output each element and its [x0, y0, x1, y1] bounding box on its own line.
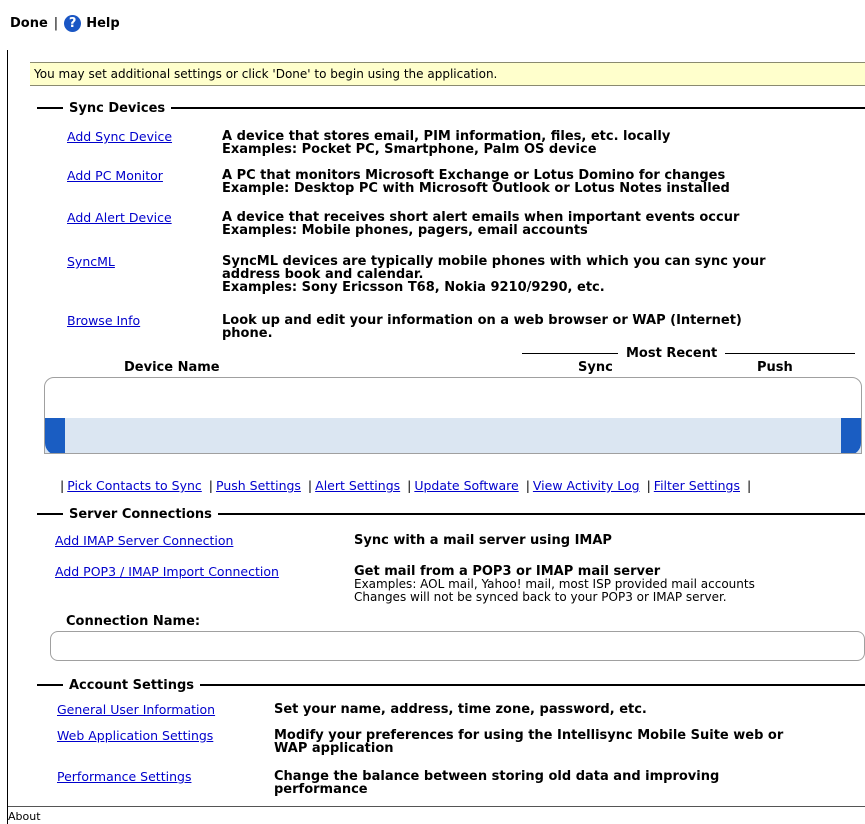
sync-column-header[interactable]: Sync [578, 360, 613, 375]
connection-list[interactable] [50, 631, 865, 661]
help-button[interactable]: Help [86, 16, 119, 31]
general-user-info-desc: Set your name, address, time zone, passw… [274, 702, 647, 717]
filter-settings-link[interactable]: Filter Settings [654, 478, 740, 493]
section-rule [37, 107, 63, 109]
performance-settings-link[interactable]: Performance Settings [57, 769, 191, 784]
general-user-info-link[interactable]: General User Information [57, 702, 215, 717]
add-imap-connection-link[interactable]: Add IMAP Server Connection [55, 533, 233, 548]
add-alert-device-link[interactable]: Add Alert Device [67, 210, 172, 225]
pick-contacts-link[interactable]: Pick Contacts to Sync [67, 478, 202, 493]
device-list[interactable] [44, 377, 862, 454]
device-list-footer-band [45, 418, 861, 453]
account-settings-title: Account Settings [69, 677, 195, 693]
about-link[interactable]: About [8, 810, 41, 823]
sync-devices-header: Sync Devices [37, 100, 865, 116]
alert-settings-link[interactable]: Alert Settings [315, 478, 400, 493]
web-app-settings-link[interactable]: Web Application Settings [57, 728, 213, 743]
footer-divider [8, 806, 865, 807]
section-rule [217, 513, 865, 515]
toolbar-inner: Done | ? Help [10, 15, 120, 32]
performance-settings-desc: Change the balance between storing old d… [274, 770, 719, 796]
desc-line: performance [274, 782, 368, 797]
add-sync-device-desc: A device that stores email, PIM informat… [222, 130, 670, 156]
toolbar-separator: | [53, 16, 59, 31]
desc-line: Examples: Sony Ericsson T68, Nokia 9210/… [222, 280, 605, 295]
add-sync-device-link[interactable]: Add Sync Device [67, 129, 172, 144]
web-app-settings-desc: Modify your preferences for using the In… [274, 729, 783, 755]
add-imap-connection-desc: Sync with a mail server using IMAP [354, 533, 612, 548]
desc-line: Examples: Pocket PC, Smartphone, Palm OS… [222, 142, 597, 157]
action-separator: | [525, 478, 530, 493]
action-separator: | [208, 478, 214, 493]
section-rule [37, 513, 63, 515]
device-list-left-cap [45, 418, 65, 453]
most-recent-rule [725, 352, 855, 354]
done-button[interactable]: Done [10, 16, 48, 31]
push-column-header[interactable]: Push [757, 360, 793, 375]
action-separator: | [60, 478, 65, 493]
most-recent-rule [522, 352, 618, 354]
device-actions-bar: | Pick Contacts to Sync | Push Settings | A… [57, 478, 754, 493]
add-pc-monitor-link[interactable]: Add PC Monitor [67, 168, 163, 183]
notice-banner: You may set additional settings or click… [30, 62, 865, 86]
syncml-link[interactable]: SyncML [67, 254, 115, 269]
add-pop3-imap-import-link[interactable]: Add POP3 / IMAP Import Connection [55, 564, 279, 579]
section-rule [171, 107, 865, 109]
desc-line: WAP application [274, 741, 394, 756]
window-left-border [7, 0, 8, 824]
view-activity-log-link[interactable]: View Activity Log [533, 478, 640, 493]
server-connections-header: Server Connections [37, 506, 865, 522]
desc-line: phone. [222, 326, 273, 341]
add-pc-monitor-desc: A PC that monitors Microsoft Exchange or… [222, 169, 730, 195]
action-separator: | [307, 478, 313, 493]
add-alert-device-desc: A device that receives short alert email… [222, 211, 739, 237]
most-recent-title: Most Recent [626, 345, 718, 361]
toolbar: Done | ? Help [0, 0, 865, 50]
desc-line: Look up and edit your information on a w… [222, 313, 742, 328]
account-settings-header: Account Settings [37, 677, 865, 693]
most-recent-header: Most Recent [522, 345, 855, 361]
device-list-right-cap [841, 418, 861, 453]
desc-line: Examples: Mobile phones, pagers, email a… [222, 223, 588, 238]
browse-info-link[interactable]: Browse Info [67, 313, 140, 328]
browse-info-desc: Look up and edit your information on a w… [222, 314, 742, 340]
action-separator: | [646, 478, 651, 493]
action-separator: | [746, 478, 752, 493]
action-separator: | [407, 478, 412, 493]
update-software-link[interactable]: Update Software [414, 478, 518, 493]
section-rule [37, 684, 63, 686]
connection-name-column-header[interactable]: Connection Name: [66, 614, 200, 629]
desc-line: Example: Desktop PC with Microsoft Outlo… [222, 181, 730, 196]
add-pop3-imap-import-desc: Get mail from a POP3 or IMAP mail server… [354, 565, 755, 604]
help-icon[interactable]: ? [64, 15, 82, 32]
device-name-column-header[interactable]: Device Name [124, 360, 220, 375]
section-rule [200, 684, 865, 686]
sync-devices-title: Sync Devices [69, 100, 166, 116]
desc-subline: Changes will not be synced back to your … [354, 590, 727, 604]
server-connections-title: Server Connections [69, 506, 212, 522]
syncml-desc: SyncML devices are typically mobile phon… [222, 255, 766, 294]
push-settings-link[interactable]: Push Settings [216, 478, 301, 493]
